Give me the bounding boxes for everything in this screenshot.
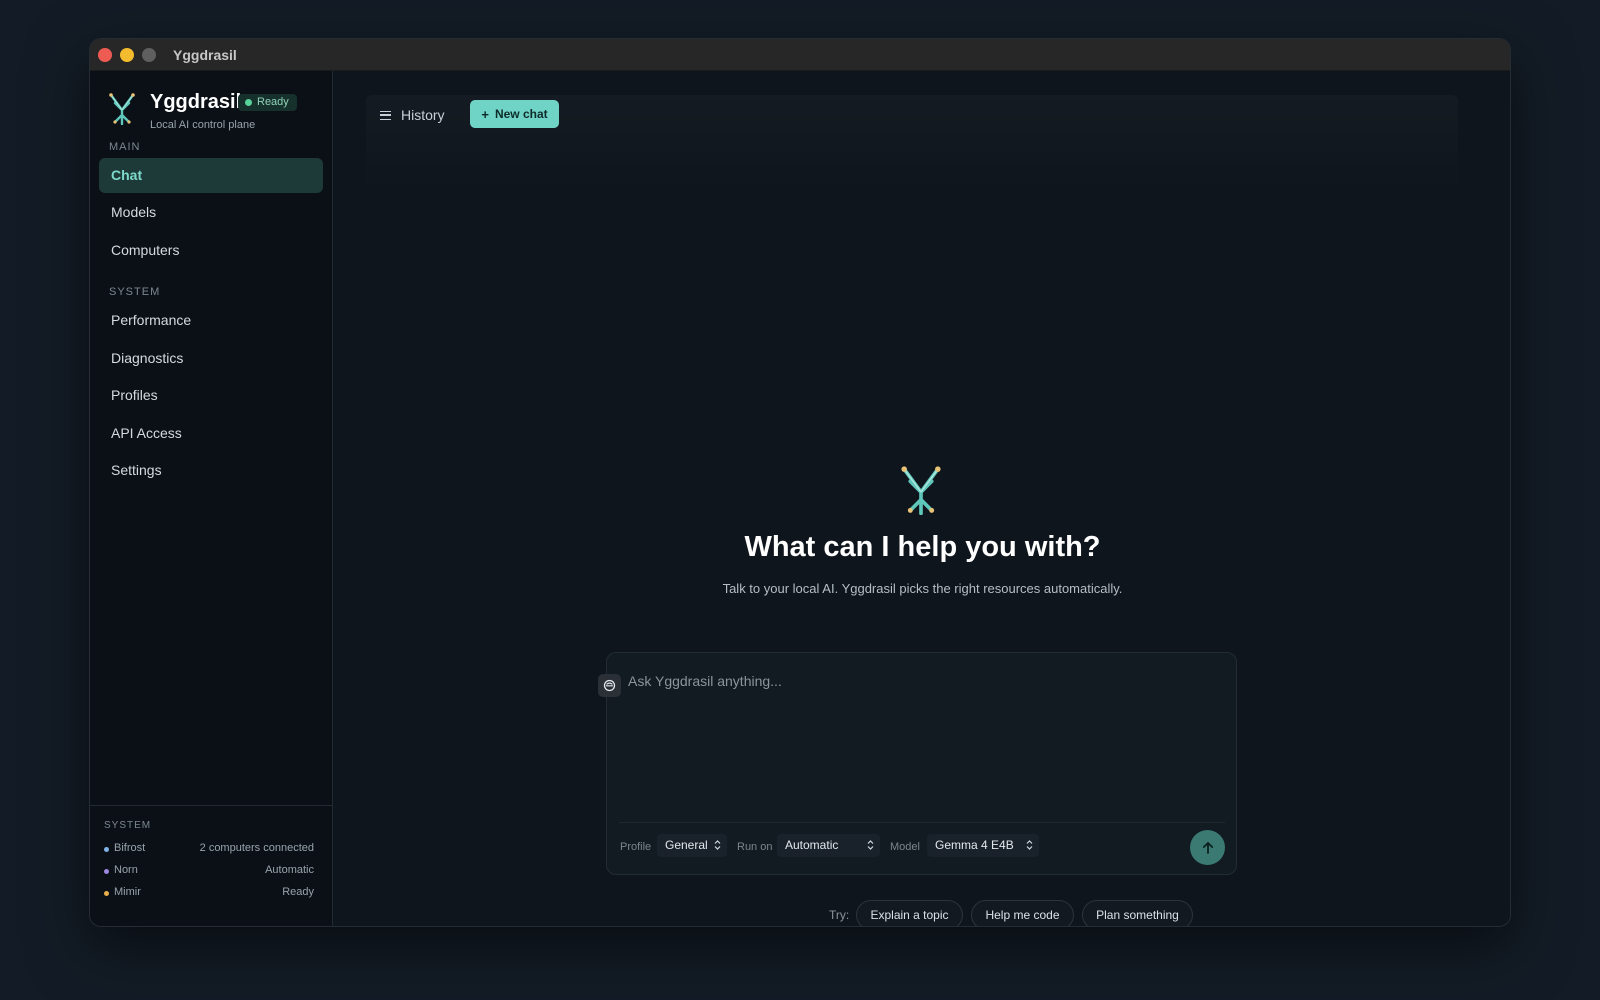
history-label: History — [401, 107, 445, 123]
new-chat-label: New chat — [494, 107, 548, 121]
system-row-value: 2 computers connected — [199, 842, 314, 854]
attach-button[interactable] — [598, 674, 621, 697]
close-window-button[interactable] — [98, 48, 112, 62]
profile-select[interactable]: General — [657, 834, 727, 857]
send-button[interactable] — [1190, 830, 1225, 865]
model-select-value: Gemma 4 E4B — [935, 838, 1014, 852]
brand-subtitle: Local AI control plane — [150, 119, 256, 131]
hero-title: What can I help you with? — [744, 531, 1101, 563]
chevron-updown-icon — [867, 840, 874, 850]
suggestion-chip-explain[interactable]: Explain a topic — [856, 900, 963, 926]
menu-icon — [380, 110, 391, 120]
system-status-label: SYSTEM — [104, 820, 152, 831]
model-select[interactable]: Gemma 4 E4B — [927, 834, 1039, 857]
zoom-window-button[interactable] — [142, 48, 156, 62]
profile-select-value: General — [665, 838, 708, 852]
brand-name: Yggdrasil — [150, 91, 242, 113]
minimize-window-button[interactable] — [120, 48, 134, 62]
sidebar-item-label: Models — [111, 204, 157, 220]
run-on-label: Run on — [737, 841, 773, 853]
chat-composer: Profile General Run on Automatic Model G… — [598, 652, 1237, 875]
sidebar-item-label: API Access — [111, 425, 182, 441]
sidebar-item-diagnostics[interactable]: Diagnostics — [99, 341, 323, 376]
window-title: Yggdrasil — [173, 47, 237, 63]
system-row-value: Ready — [282, 886, 314, 898]
sidebar-item-label: Diagnostics — [111, 350, 184, 366]
sidebar-item-models[interactable]: Models — [99, 195, 323, 230]
try-label: Try: — [829, 908, 850, 922]
status-dot-icon — [104, 869, 109, 874]
system-row-value: Automatic — [265, 864, 314, 876]
system-row-name: Mimir — [114, 886, 141, 898]
status-badge: Ready — [238, 94, 297, 111]
hero-subtitle: Talk to your local AI. Yggdrasil picks t… — [722, 581, 1123, 596]
sidebar-item-label: Profiles — [111, 387, 158, 403]
chevron-updown-icon — [714, 840, 721, 850]
arrow-up-icon — [1202, 841, 1213, 854]
history-button[interactable]: History — [380, 101, 445, 129]
section-label-system: SYSTEM — [109, 286, 161, 298]
system-row-bifrost: Bifrost 2 computers connected — [104, 842, 314, 858]
plus-icon: + — [481, 106, 489, 122]
sidebar-item-settings[interactable]: Settings — [99, 453, 323, 488]
paperclip-icon — [603, 679, 616, 692]
sidebar-item-label: Performance — [111, 312, 192, 328]
sidebar-item-label: Computers — [111, 242, 180, 258]
yggdrasil-hero-logo-icon — [901, 466, 941, 515]
title-bar: Yggdrasil — [90, 39, 1510, 71]
profile-label: Profile — [620, 841, 652, 853]
status-dot-icon — [104, 891, 109, 896]
sidebar-item-chat[interactable]: Chat — [99, 158, 323, 193]
sidebar-item-performance[interactable]: Performance — [99, 303, 323, 338]
system-row-name: Norn — [114, 864, 138, 876]
system-status-panel: SYSTEM Bifrost 2 computers connected Nor… — [90, 805, 333, 926]
sidebar-item-profiles[interactable]: Profiles — [99, 378, 323, 413]
suggestion-row: Try: Explain a topic Help me code Plan s… — [333, 900, 1510, 926]
system-row-mimir: Mimir Ready — [104, 886, 314, 902]
yggdrasil-logo-icon — [109, 93, 135, 125]
suggestion-chip-code[interactable]: Help me code — [971, 900, 1074, 926]
sidebar-item-label: Settings — [111, 462, 162, 478]
status-dot-icon — [104, 847, 109, 852]
system-row-norn: Norn Automatic — [104, 864, 314, 880]
model-label: Model — [890, 841, 920, 853]
app-window: Yggdrasil Yggdrasil Ready Local AI contr… — [89, 38, 1511, 927]
sidebar: Yggdrasil Ready Local AI control plane M… — [90, 71, 333, 926]
sidebar-item-computers[interactable]: Computers — [99, 233, 323, 268]
section-label-main: MAIN — [109, 141, 141, 153]
new-chat-button[interactable]: + New chat — [470, 100, 559, 128]
suggestion-chip-plan[interactable]: Plan something — [1082, 900, 1193, 926]
run-on-select[interactable]: Automatic — [777, 834, 880, 857]
run-on-select-value: Automatic — [785, 838, 839, 852]
chat-input[interactable] — [628, 673, 1208, 813]
composer-divider — [619, 822, 1225, 823]
sidebar-item-label: Chat — [111, 167, 143, 183]
chat-toolbar: History + New chat — [366, 95, 1458, 191]
sidebar-item-api-access[interactable]: API Access — [99, 416, 323, 451]
system-row-name: Bifrost — [114, 842, 146, 854]
chat-main: History + New chat What can I help you w… — [333, 71, 1510, 926]
chevron-updown-icon — [1026, 840, 1033, 850]
